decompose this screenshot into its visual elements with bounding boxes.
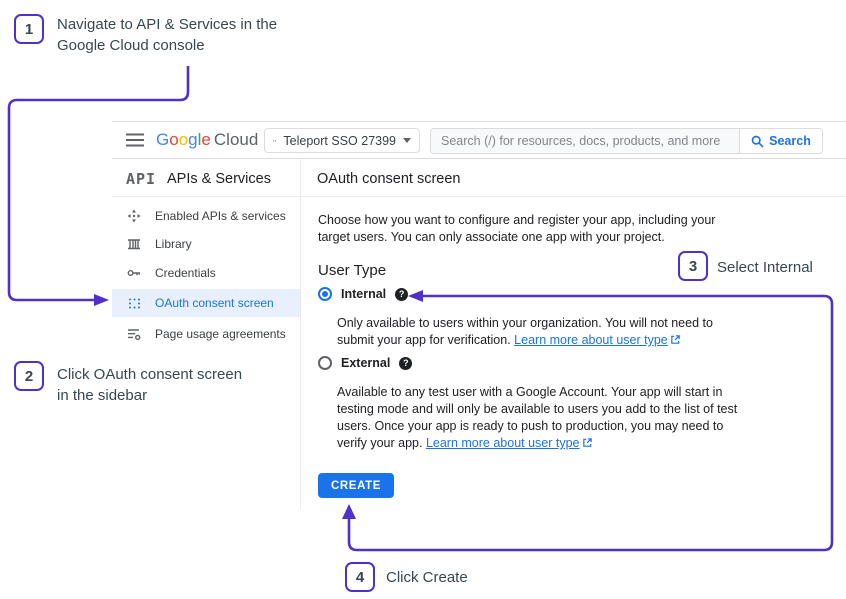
learn-more-link-external[interactable]: Learn more about user type <box>426 436 580 450</box>
menu-icon[interactable] <box>126 133 144 147</box>
step-1-label: Navigate to API & Services in the Google… <box>57 14 277 56</box>
radio-external[interactable]: External ? <box>318 356 412 370</box>
api-services-logo: API <box>126 170 156 188</box>
console-header: GoogleCloud Teleport SSO 27399 <box>112 122 846 159</box>
step-2-number: 2 <box>25 368 33 385</box>
sidebar-item-label: Enabled APIs & services <box>155 209 286 223</box>
radio-internal-label: Internal <box>341 287 386 301</box>
step-2-label: Click OAuth consent screen in the sideba… <box>57 364 242 406</box>
search-button[interactable]: Search <box>739 129 822 153</box>
sidebar-divider <box>300 158 301 509</box>
create-button[interactable]: CREATE <box>318 473 394 498</box>
search-bar: Search <box>430 128 823 154</box>
learn-more-link-internal[interactable]: Learn more about user type <box>514 333 668 347</box>
intro-paragraph: Choose how you want to configure and reg… <box>318 212 715 246</box>
library-icon <box>126 237 142 251</box>
oauth-consent-icon <box>126 297 142 310</box>
sidebar-item-page-usage-agreements[interactable]: Page usage agreements <box>112 320 300 348</box>
chevron-down-icon <box>403 138 411 143</box>
step-3-badge: 3 <box>678 251 708 281</box>
sidebar-item-credentials[interactable]: Credentials <box>112 259 300 287</box>
sidebar-title: APIs & Services <box>167 171 271 187</box>
divider <box>112 196 846 197</box>
sidebar-item-enabled-apis[interactable]: Enabled APIs & services <box>112 202 300 230</box>
radio-internal[interactable]: Internal ? <box>318 287 408 301</box>
step-4-label: Click Create <box>386 567 468 588</box>
radio-selected-icon[interactable] <box>318 287 332 301</box>
step-3-label: Select Internal <box>717 257 813 278</box>
external-description: Available to any test user with a Google… <box>337 384 817 452</box>
radio-unselected-icon[interactable] <box>318 356 332 370</box>
step-3-number: 3 <box>689 258 697 275</box>
external-link-icon <box>670 334 681 345</box>
list-gear-icon <box>126 327 142 341</box>
page-title: OAuth consent screen <box>317 171 460 187</box>
step-4-badge: 4 <box>345 562 375 592</box>
search-icon <box>751 135 764 148</box>
help-icon[interactable]: ? <box>399 357 412 370</box>
step-2-badge: 2 <box>14 361 44 391</box>
sidebar-item-library[interactable]: Library <box>112 230 300 258</box>
sidebar-item-label: Credentials <box>155 266 216 280</box>
external-link-icon <box>582 437 593 448</box>
internal-description: Only available to users within your orga… <box>337 315 807 349</box>
project-selector[interactable]: Teleport SSO 27399 <box>264 128 420 153</box>
step-4-number: 4 <box>356 569 364 586</box>
google-cloud-logo: GoogleCloud <box>156 130 258 150</box>
arrowhead-oauth-sidebar <box>94 294 109 306</box>
sidebar-item-label: Library <box>155 237 192 251</box>
step-1-number: 1 <box>25 21 33 38</box>
sidebar-item-label: Page usage agreements <box>155 327 286 341</box>
sidebar-item-label: OAuth consent screen <box>155 296 274 310</box>
search-button-label: Search <box>769 134 811 148</box>
page: 1 Navigate to API & Services in the Goog… <box>0 0 846 599</box>
project-name: Teleport SSO 27399 <box>283 134 396 148</box>
search-input[interactable] <box>431 129 739 153</box>
project-icon <box>273 134 276 148</box>
enabled-apis-icon <box>126 209 142 223</box>
sidebar-item-oauth-consent-screen[interactable]: OAuth consent screen <box>112 289 300 317</box>
help-icon[interactable]: ? <box>395 288 408 301</box>
user-type-heading: User Type <box>318 262 386 279</box>
key-icon <box>126 266 142 280</box>
radio-external-label: External <box>341 356 390 370</box>
step-1-badge: 1 <box>14 14 44 44</box>
gcp-console: GoogleCloud Teleport SSO 27399 <box>112 121 846 509</box>
